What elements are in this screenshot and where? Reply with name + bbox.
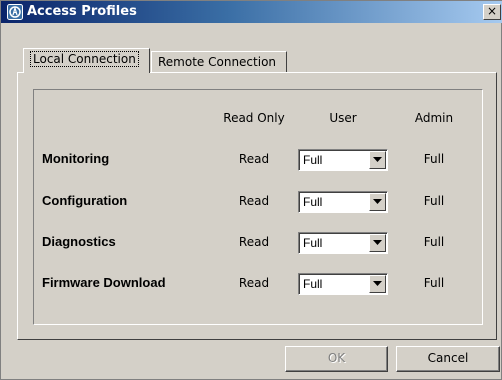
tab-remote-connection-label: Remote Connection xyxy=(158,55,277,69)
diagnostics-admin-value: Full xyxy=(423,235,445,249)
row-label-monitoring: Monitoring xyxy=(42,151,110,166)
configuration-user-value: Full xyxy=(303,195,323,209)
firmware-download-user-value: Full xyxy=(303,277,323,291)
row-label-diagnostics: Diagnostics xyxy=(42,234,116,249)
close-button[interactable]: × xyxy=(483,4,501,20)
firmware-download-user-select[interactable]: Full xyxy=(298,273,388,295)
diagnostics-user-select[interactable]: Full xyxy=(298,232,388,254)
firmware-download-read-only-value: Read xyxy=(238,276,270,290)
configuration-admin-value: Full xyxy=(423,194,445,208)
monitoring-user-select[interactable]: Full xyxy=(298,149,388,171)
close-icon: × xyxy=(486,4,498,18)
monitoring-user-value: Full xyxy=(303,153,323,167)
monitoring-read-only-value: Read xyxy=(238,152,270,166)
row-label-firmware-download: Firmware Download xyxy=(42,275,166,290)
column-header-read-only: Read Only xyxy=(223,111,285,125)
tab-remote-connection[interactable]: Remote Connection xyxy=(151,51,287,73)
app-icon xyxy=(7,4,23,20)
row-label-configuration: Configuration xyxy=(42,193,128,208)
configuration-user-select[interactable]: Full xyxy=(298,191,388,213)
diagnostics-user-value: Full xyxy=(303,236,323,250)
access-profiles-dialog: Access Profiles × Local Connection Remot… xyxy=(0,0,502,380)
configuration-dropdown-button[interactable] xyxy=(369,193,386,211)
diagnostics-dropdown-button[interactable] xyxy=(369,234,386,252)
firmware-download-admin-value: Full xyxy=(423,276,445,290)
chevron-down-icon xyxy=(373,281,382,286)
monitoring-dropdown-button[interactable] xyxy=(369,151,386,169)
title-bar[interactable]: Access Profiles × xyxy=(1,1,502,23)
firmware-download-dropdown-button[interactable] xyxy=(369,275,386,293)
column-header-admin: Admin xyxy=(414,111,454,125)
diagnostics-read-only-value: Read xyxy=(238,235,270,249)
column-header-user: User xyxy=(329,111,357,125)
monitoring-admin-value: Full xyxy=(423,152,445,166)
ok-button[interactable]: OK xyxy=(285,346,388,372)
chevron-down-icon xyxy=(373,157,382,162)
chevron-down-icon xyxy=(373,240,382,245)
cancel-button[interactable]: Cancel xyxy=(396,346,500,372)
window-title: Access Profiles xyxy=(27,4,137,19)
tab-local-connection[interactable]: Local Connection xyxy=(23,48,150,73)
tab-local-connection-label: Local Connection xyxy=(30,51,139,67)
chevron-down-icon xyxy=(373,199,382,204)
configuration-read-only-value: Read xyxy=(238,194,270,208)
